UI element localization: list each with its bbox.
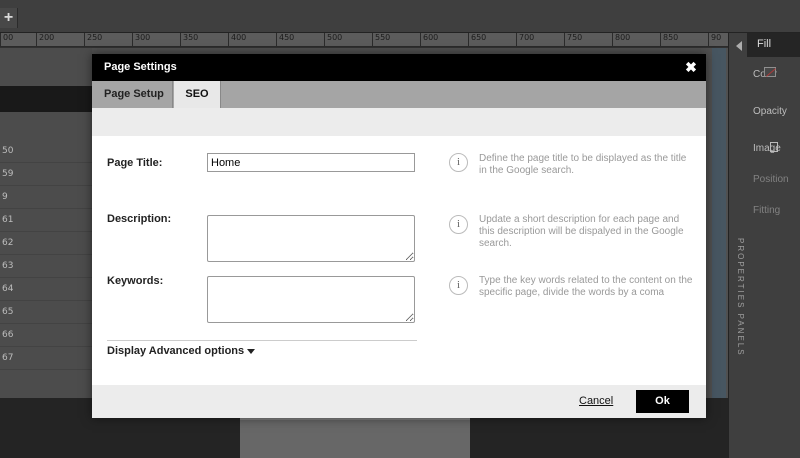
keywords-label: Keywords: <box>107 275 164 287</box>
description-label: Description: <box>107 213 172 225</box>
caret-down-icon <box>247 348 256 354</box>
dialog-header: Page Settings ✖ <box>92 54 706 81</box>
page-title-input[interactable] <box>207 153 415 172</box>
dialog-title: Page Settings <box>104 61 177 73</box>
description-help: Update a short description for each page… <box>479 214 684 249</box>
tab-seo[interactable]: SEO <box>174 81 221 108</box>
info-icon: i <box>449 153 468 172</box>
info-icon: i <box>449 215 468 234</box>
info-icon: i <box>449 276 468 295</box>
tab-content-strip <box>92 108 706 136</box>
dialog-tab-bar: Page Setup SEO <box>92 81 706 108</box>
tab-page-setup[interactable]: Page Setup <box>92 81 173 108</box>
advanced-options-toggle[interactable]: Display Advanced options <box>107 345 256 357</box>
advanced-options-label: Display Advanced options <box>107 345 245 357</box>
ok-button[interactable]: Ok <box>636 390 689 413</box>
keywords-help: Type the key words related to the conten… <box>479 275 693 298</box>
cancel-button[interactable]: Cancel <box>579 395 613 407</box>
description-textarea[interactable] <box>207 215 415 262</box>
dialog-footer: Cancel Ok <box>92 385 706 418</box>
close-icon[interactable]: ✖ <box>684 59 698 75</box>
section-divider <box>107 340 417 341</box>
page-title-help: Define the page title to be displayed as… <box>479 153 687 176</box>
keywords-textarea[interactable] <box>207 276 415 323</box>
page-title-label: Page Title: <box>107 157 163 169</box>
page-settings-dialog: Page Settings ✖ Page Setup SEO Page Titl… <box>92 54 706 418</box>
